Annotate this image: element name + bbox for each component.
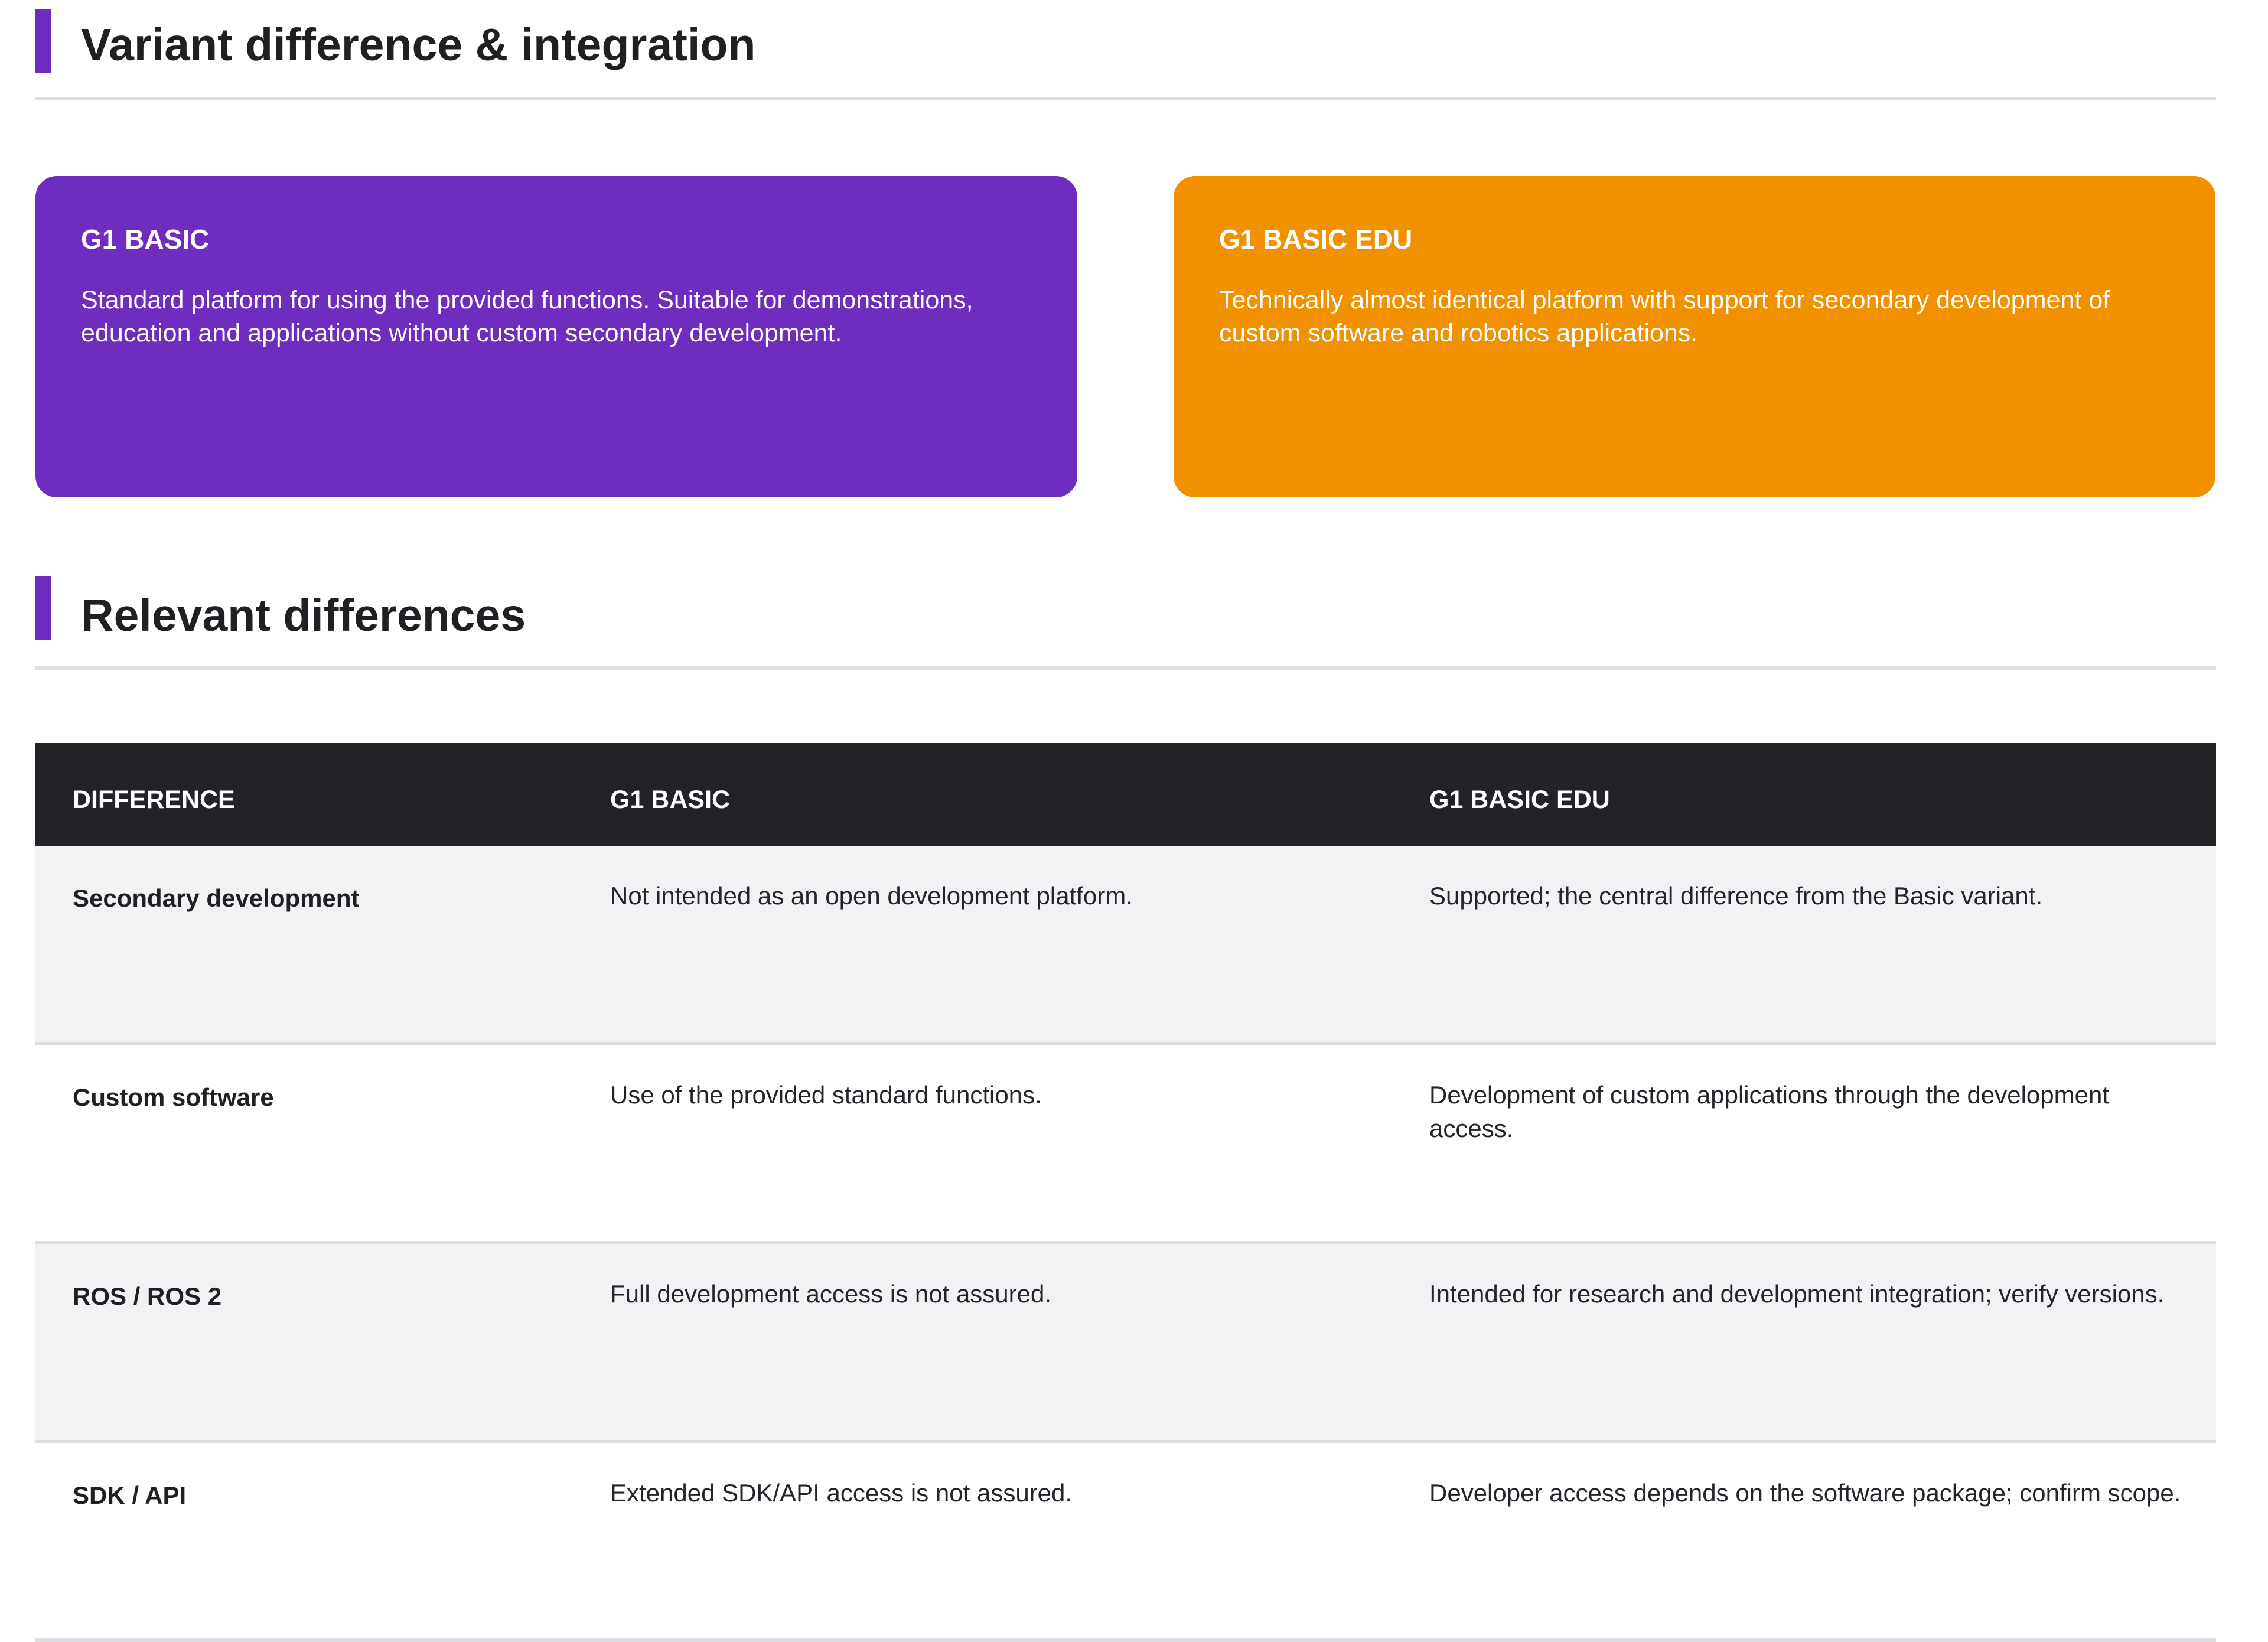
table-row: ROS / ROS 2 Full development access is n… (35, 1244, 2216, 1443)
row-label: Custom software (73, 1083, 274, 1111)
row-label: SDK / API (73, 1481, 187, 1509)
column-header-difference: DIFFERENCE (73, 786, 235, 814)
differences-section-heading: Relevant differences (35, 567, 2216, 670)
basic-cell: Full development access is not assured. (610, 1280, 1052, 1308)
card-title: G1 BASIC EDU (1219, 224, 1413, 255)
variant-section-heading: Variant difference & integration (35, 0, 2216, 100)
card-g1-basic: G1 BASIC Standard platform for using the… (35, 176, 1077, 497)
variant-section-title: Variant difference & integration (81, 19, 756, 70)
row-label: ROS / ROS 2 (73, 1282, 222, 1310)
table-row: SDK / API Extended SDK/API access is not… (35, 1443, 2216, 1642)
basic-cell: Not intended as an open development plat… (610, 882, 1133, 910)
page: Variant difference & integration G1 BASI… (0, 0, 2268, 1642)
card-description: Standard platform for using the provided… (81, 286, 973, 347)
table-row: Secondary development Not intended as an… (35, 846, 2216, 1045)
card-title: G1 BASIC (81, 224, 210, 255)
row-label: Secondary development (73, 884, 360, 912)
differences-section-title: Relevant differences (81, 590, 526, 641)
edu-cell: Developer access depends on the software… (1429, 1479, 2181, 1507)
card-g1-basic-edu: G1 BASIC EDU Technically almost identica… (1174, 176, 2215, 497)
edu-cell: Supported; the central difference from t… (1429, 882, 2043, 910)
heading-accent-bar (35, 576, 51, 640)
table-row: Custom software Use of the provided stan… (35, 1045, 2216, 1244)
column-header-g1-basic-edu: G1 BASIC EDU (1429, 786, 1610, 814)
basic-cell: Extended SDK/API access is not assured. (610, 1479, 1073, 1507)
card-description: Technically almost identical platform wi… (1219, 286, 2110, 347)
heading-accent-bar (35, 9, 51, 73)
differences-table: DIFFERENCE G1 BASIC G1 BASIC EDU Seconda… (35, 743, 2216, 1642)
edu-cell: Intended for research and development in… (1429, 1280, 2165, 1308)
edu-cell: Development of custom applications throu… (1429, 1081, 2110, 1142)
column-header-g1-basic: G1 BASIC (610, 786, 731, 814)
basic-cell: Use of the provided standard functions. (610, 1081, 1042, 1109)
table-header-row: DIFFERENCE G1 BASIC G1 BASIC EDU (35, 743, 2216, 846)
